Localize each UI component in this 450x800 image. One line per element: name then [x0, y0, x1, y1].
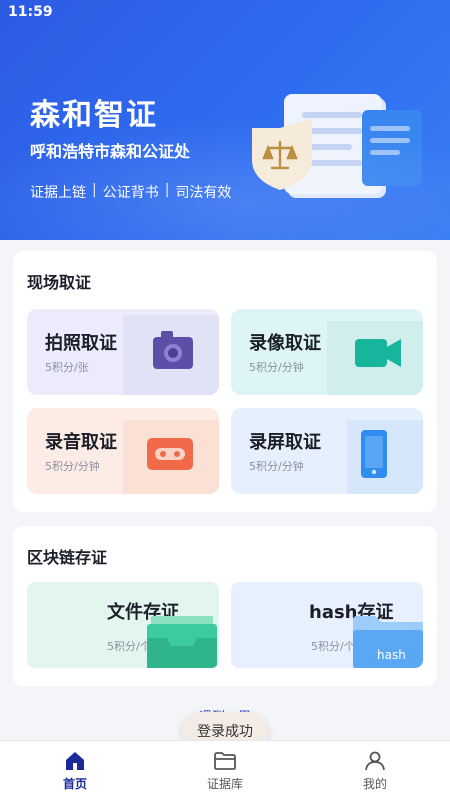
hero-banner: 11:59 森和智证 呼和浩特市森和公证处 证据上链 | 公证背书 | 司法有效	[0, 0, 450, 240]
tile-price: 5积分/分钟	[249, 460, 304, 473]
tag-separator: |	[92, 182, 97, 198]
hero-tagline: 证据上链 | 公证背书 | 司法有效	[30, 182, 231, 202]
cassette-icon	[123, 420, 219, 494]
hash-evidence-button[interactable]: hash存证 5积分/个 hash	[231, 582, 423, 668]
video-evidence-button[interactable]: 录像取证 5积分/分钟	[231, 309, 423, 395]
app-title: 森和智证	[30, 98, 158, 133]
phone-screen-icon	[347, 420, 423, 494]
tile-price: 5积分/分钟	[45, 460, 100, 473]
tab-label: 证据库	[206, 777, 243, 791]
tile-price: 5积分/个	[107, 640, 151, 653]
screen-record-evidence-button[interactable]: 录屏取证 5积分/分钟	[231, 408, 423, 494]
blockchain-evidence-card: 区块链存证 文件存证 5积分/个 hash存证 5积分/个 hash	[13, 526, 437, 686]
notary-office-name: 呼和浩特市森和公证处	[30, 142, 191, 161]
video-camera-icon	[327, 321, 423, 395]
tile-label: 录音取证	[45, 432, 117, 453]
hero-tag: 司法有效	[175, 185, 232, 201]
justice-document-illustration	[252, 94, 422, 198]
tab-label: 我的	[362, 777, 387, 791]
audio-evidence-button[interactable]: 录音取证 5积分/分钟	[27, 408, 219, 494]
tile-label: 拍照取证	[45, 333, 117, 354]
tile-label: 录屏取证	[249, 432, 321, 453]
hero-tag: 证据上链	[30, 185, 86, 201]
home-icon	[66, 752, 84, 770]
user-icon	[365, 751, 385, 771]
section-title: 区块链存证	[27, 548, 108, 567]
camera-icon	[123, 315, 219, 395]
status-time: 11:59	[8, 4, 53, 20]
tab-home[interactable]: 首页	[0, 741, 150, 800]
onsite-evidence-card: 现场取证 拍照取证 5积分/张 录像取证 5积分/分钟 录音取证 5积分/分钟	[13, 251, 437, 512]
tile-price: 5积分/张	[45, 361, 89, 374]
file-tray-icon	[147, 616, 217, 668]
file-evidence-button[interactable]: 文件存证 5积分/个	[27, 582, 219, 668]
tab-label: 首页	[62, 777, 87, 791]
folder-icon	[214, 752, 236, 770]
hero-tag: 公证背书	[102, 185, 159, 201]
tile-label: 录像取证	[249, 333, 321, 354]
tag-separator: |	[164, 182, 170, 198]
tab-evidence-library[interactable]: 证据库	[150, 741, 300, 800]
hash-icon-label: hash	[377, 648, 406, 662]
section-title: 现场取证	[27, 273, 92, 292]
tab-mine[interactable]: 我的	[300, 741, 450, 800]
bottom-tab-bar: 首页 证据库 我的	[0, 740, 450, 800]
tile-price: 5积分/个	[311, 640, 355, 653]
tile-price: 5积分/分钟	[249, 361, 304, 374]
photo-evidence-button[interactable]: 拍照取证 5积分/张	[27, 309, 219, 395]
